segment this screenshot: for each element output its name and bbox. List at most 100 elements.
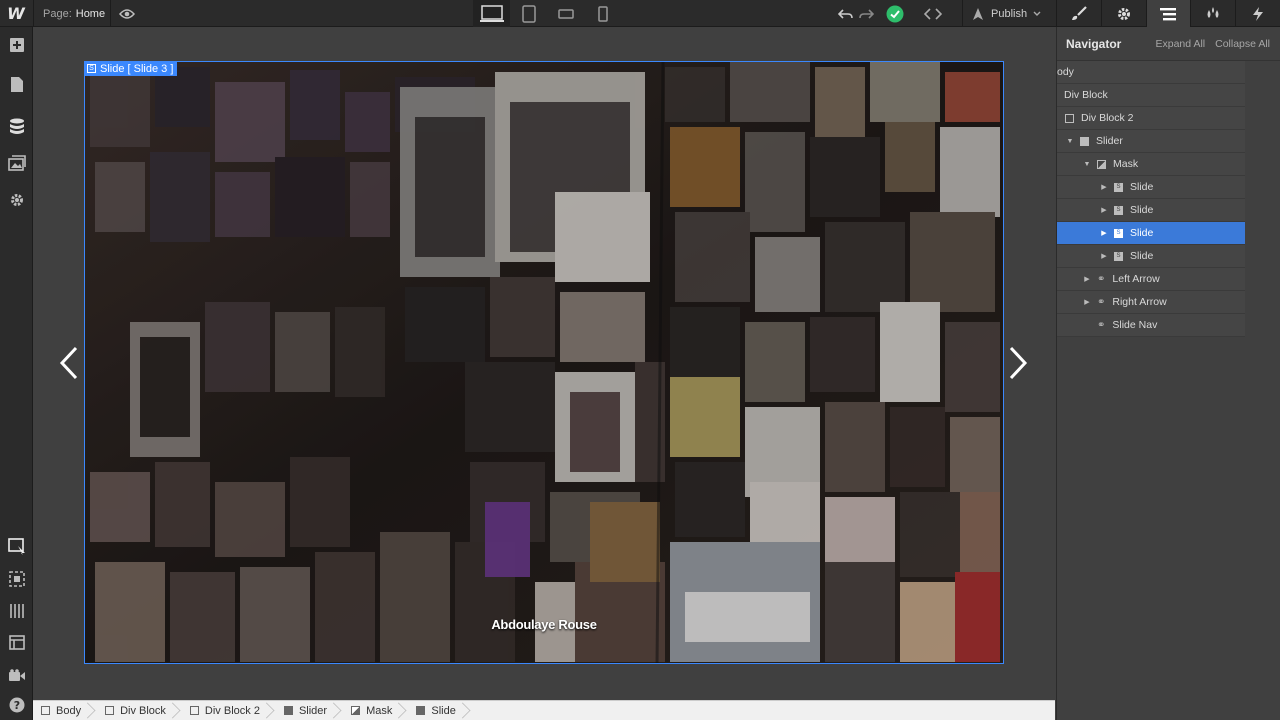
publish-status-check-icon[interactable] xyxy=(876,0,914,27)
svg-text:?: ? xyxy=(13,699,19,712)
breadcrumb-slider[interactable]: Slider xyxy=(270,701,337,720)
pages-icon[interactable] xyxy=(0,69,33,99)
tree-node-slide-2[interactable]: ▶ S Slide xyxy=(1057,199,1245,222)
slider-element[interactable] xyxy=(84,61,1004,664)
code-export-icon[interactable] xyxy=(914,0,952,27)
tree-node-slide-nav[interactable]: ⚭ Slide Nav xyxy=(1057,314,1245,337)
slider-icon xyxy=(1080,136,1089,146)
slider-right-arrow[interactable] xyxy=(1003,345,1033,381)
preview-layout-icon[interactable] xyxy=(0,628,33,658)
settings-gear-icon[interactable] xyxy=(1100,0,1146,27)
tree-node-label: Slider xyxy=(1096,135,1123,147)
cms-database-icon[interactable] xyxy=(0,112,33,142)
tree-node-label: Slide xyxy=(1130,181,1154,193)
navigator-scroll-area[interactable] xyxy=(1245,61,1280,720)
caret-right-icon[interactable]: ▶ xyxy=(1082,297,1092,307)
navigator-tab-icon[interactable] xyxy=(1145,0,1191,27)
top-toolbar: W Page: Home Publish xyxy=(0,0,1280,27)
tree-node-div-block-2[interactable]: Div Block 2 xyxy=(1057,107,1245,130)
breadcrumb-div-block-2[interactable]: Div Block 2 xyxy=(176,701,270,720)
breadcrumb-label: Slider xyxy=(298,704,328,717)
collage-photo-background xyxy=(85,62,1003,663)
slide-icon: S xyxy=(1114,251,1123,261)
undo-icon[interactable] xyxy=(836,0,856,27)
breadcrumb-body[interactable]: Body xyxy=(33,701,91,720)
slide-label-text: Slide [ Slide 3 ] xyxy=(100,62,174,75)
help-question-icon[interactable]: ? xyxy=(0,690,33,720)
caret-right-icon[interactable]: ▶ xyxy=(1099,182,1109,192)
breadcrumb-label: Body xyxy=(56,704,82,717)
guides-grid-icon[interactable] xyxy=(0,596,33,626)
add-elements-plus-icon[interactable] xyxy=(0,30,33,60)
slider-icon xyxy=(283,706,293,715)
assets-images-icon[interactable] xyxy=(0,148,33,178)
breadcrumb-slide[interactable]: Slide xyxy=(402,701,465,720)
caret-right-icon[interactable]: ▶ xyxy=(1082,274,1092,284)
expand-all-button[interactable]: Expand All xyxy=(1156,38,1206,50)
tree-node-label: Div Block 2 xyxy=(1081,112,1134,124)
mobile-landscape-view-icon[interactable] xyxy=(547,0,584,27)
caret-down-icon[interactable]: ▼ xyxy=(1082,159,1092,169)
device-switcher xyxy=(473,0,621,27)
webflow-logo[interactable]: W xyxy=(0,0,32,27)
tree-node-right-arrow[interactable]: ▶ ⚭ Right Arrow xyxy=(1057,291,1245,314)
slider-left-arrow[interactable] xyxy=(54,345,84,381)
panel-tabs xyxy=(1056,0,1280,27)
project-settings-gear-icon[interactable] xyxy=(0,185,33,215)
preview-eye-icon[interactable] xyxy=(112,0,142,27)
breadcrumb-div-block[interactable]: Div Block xyxy=(91,701,176,720)
tree-node-label: Mask xyxy=(1113,158,1139,170)
select-parent-icon[interactable] xyxy=(0,564,33,594)
tree-node-label: ody xyxy=(1057,66,1074,78)
tree-node-label: Slide xyxy=(1130,250,1154,262)
interactions-bolt-icon[interactable] xyxy=(1235,0,1280,27)
redo-icon[interactable] xyxy=(856,0,876,27)
page-value: Home xyxy=(75,7,106,20)
style-brush-icon[interactable] xyxy=(1056,0,1101,27)
chevron-down-icon xyxy=(1033,11,1041,16)
slide-icon: S xyxy=(1114,228,1123,238)
tree-node-label: Div Block xyxy=(1064,89,1108,101)
webflow-designer: W Page: Home Publish ? S Slide [Slide 3… xyxy=(0,0,1280,720)
tree-node-label: Right Arrow xyxy=(1112,296,1167,308)
breadcrumb: Body Div Block Div Block 2 Slider Mask S… xyxy=(33,700,1055,720)
navigator-header: Navigator Expand All Collapse All xyxy=(1057,27,1280,61)
tree-node-slide-4[interactable]: ▶ S Slide xyxy=(1057,245,1245,268)
breadcrumb-label: Mask xyxy=(366,704,393,717)
desktop-view-icon[interactable] xyxy=(473,0,510,27)
div-icon xyxy=(105,706,115,715)
video-tutorials-icon[interactable] xyxy=(0,661,33,691)
tree-node-body[interactable]: ody xyxy=(1057,61,1245,84)
collapse-all-button[interactable]: Collapse All xyxy=(1215,38,1270,50)
breadcrumb-mask[interactable]: Mask xyxy=(337,701,402,720)
tree-node-mask[interactable]: ▼ Mask xyxy=(1057,153,1245,176)
select-element-icon[interactable] xyxy=(0,532,33,562)
design-canvas[interactable]: S Slide [ Slide 3 ] Abdoulaye Rouse xyxy=(33,27,1055,700)
caret-right-icon[interactable]: ▶ xyxy=(1099,228,1109,238)
tree-node-label: Left Arrow xyxy=(1112,273,1160,285)
caret-right-icon[interactable]: ▶ xyxy=(1099,251,1109,261)
tree-node-label: Slide xyxy=(1130,204,1154,216)
publish-plane-icon xyxy=(973,7,983,20)
tree-node-slider[interactable]: ▼ Slider xyxy=(1057,130,1245,153)
link-icon: ⚭ xyxy=(1097,273,1106,285)
mobile-portrait-view-icon[interactable] xyxy=(584,0,621,27)
breadcrumb-label: Slide xyxy=(431,704,456,717)
selected-element-label: S Slide [ Slide 3 ] xyxy=(84,61,178,76)
style-manager-drops-icon[interactable] xyxy=(1190,0,1235,27)
body-icon xyxy=(41,706,50,715)
publish-button[interactable]: Publish xyxy=(962,0,1054,27)
history-controls xyxy=(836,0,952,27)
page-label: Page: xyxy=(43,7,72,20)
div-icon xyxy=(1065,113,1074,123)
tree-node-div-block[interactable]: Div Block xyxy=(1057,84,1245,107)
page-selector[interactable]: Page: Home xyxy=(33,0,111,27)
breadcrumb-label: Div Block xyxy=(120,704,166,717)
caret-down-icon[interactable]: ▼ xyxy=(1065,136,1075,146)
tree-node-slide-3-selected[interactable]: ▶ S Slide xyxy=(1057,222,1245,245)
slide-icon: S xyxy=(1114,182,1123,192)
tree-node-slide-1[interactable]: ▶ S Slide xyxy=(1057,176,1245,199)
tablet-view-icon[interactable] xyxy=(510,0,547,27)
tree-node-left-arrow[interactable]: ▶ ⚭ Left Arrow xyxy=(1057,268,1245,291)
caret-right-icon[interactable]: ▶ xyxy=(1099,205,1109,215)
